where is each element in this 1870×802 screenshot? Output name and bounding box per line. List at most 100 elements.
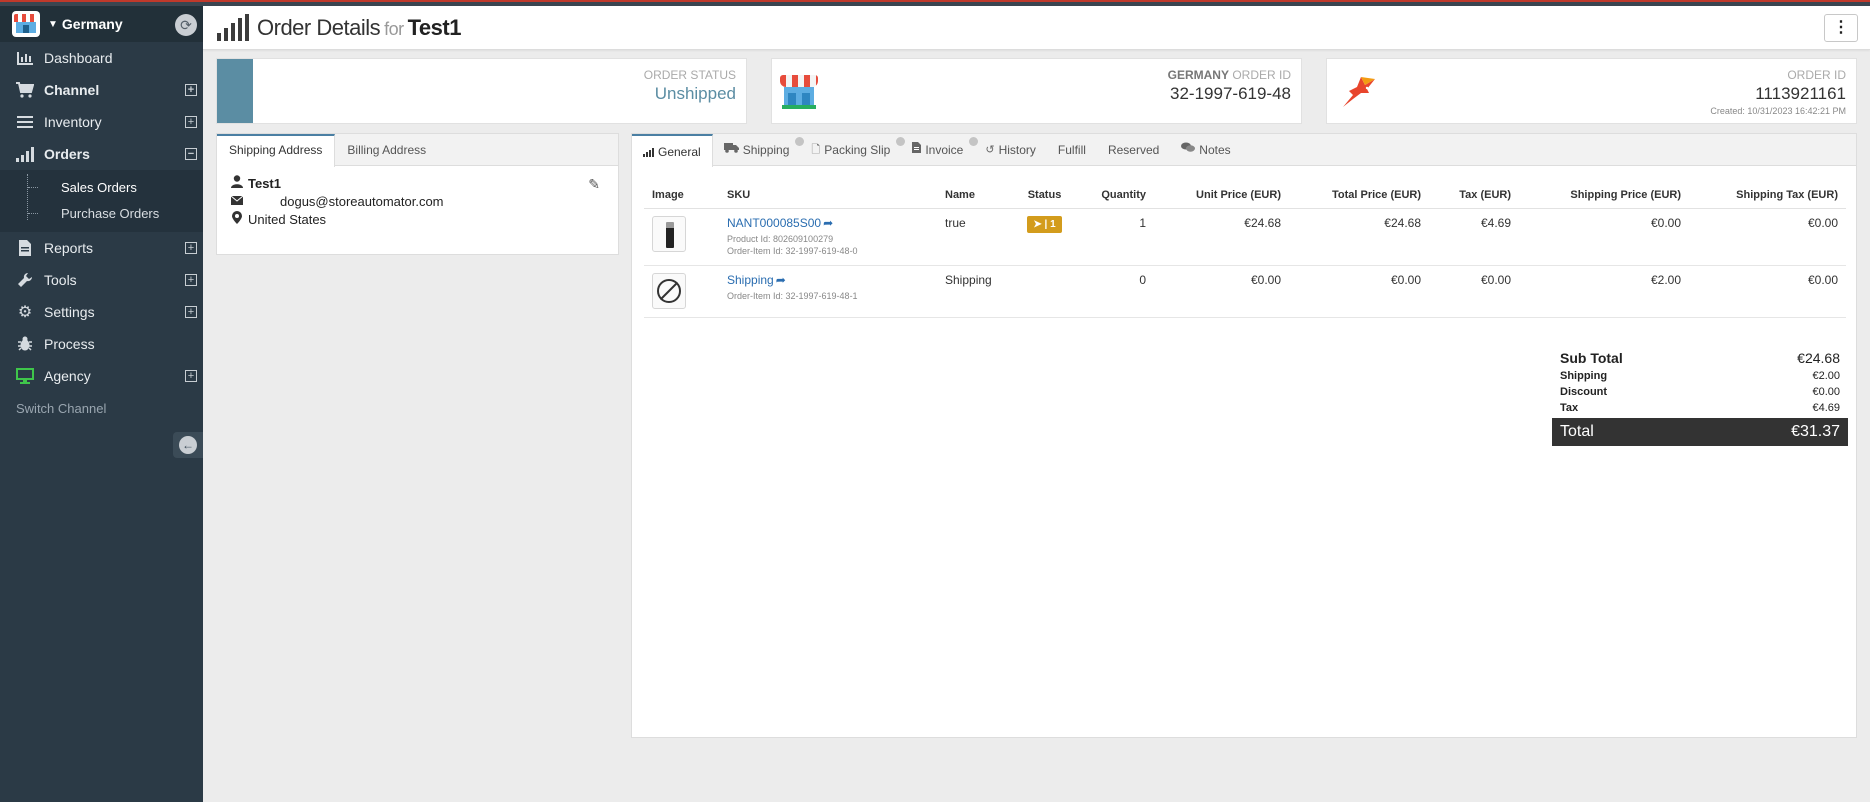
tab-shipping-address[interactable]: Shipping Address (217, 134, 336, 167)
sidebar-item-channel[interactable]: Channel + (0, 74, 203, 106)
expand-icon[interactable]: + (185, 274, 197, 286)
tab-packing-slip[interactable]: 🗋 Packing Slip (800, 134, 906, 166)
expand-icon[interactable]: + (185, 370, 197, 382)
sidebar-item-process[interactable]: Process (0, 328, 203, 360)
collapse-sidebar-button[interactable]: ← (173, 432, 203, 458)
wrench-icon (14, 271, 36, 289)
sidebar-item-dashboard[interactable]: Dashboard (0, 42, 203, 74)
item-tax: €0.00 (1429, 265, 1519, 318)
expand-icon[interactable]: + (185, 306, 197, 318)
share-arrow-icon: ➦ (775, 273, 786, 287)
tab-general[interactable]: General (632, 134, 713, 167)
switch-channel-link[interactable]: Switch Channel (0, 392, 203, 424)
arrow-left-icon: ← (179, 436, 197, 454)
discount-value: €0.00 (1812, 386, 1840, 398)
total-value: €31.37 (1791, 423, 1840, 440)
item-quantity: 1 (1072, 208, 1154, 266)
paper-plane-icon: ➤ (1033, 219, 1042, 230)
subtotal-value: €24.68 (1797, 350, 1840, 366)
sidebar-nav-lower: Reports + Tools + ⚙ Settings + Process A… (0, 232, 203, 392)
tab-invoice[interactable]: Invoice (901, 134, 979, 166)
tab-history[interactable]: ↺ History (974, 134, 1047, 166)
total-row: Total €31.37 (1552, 418, 1848, 446)
sidebar-subitem-sales-orders[interactable]: Sales Orders (0, 174, 203, 200)
customer-name: Test1 (407, 14, 462, 40)
map-marker-icon (229, 211, 245, 227)
sidebar-item-orders[interactable]: Orders − (0, 138, 203, 170)
tab-reserved[interactable]: Reserved (1097, 134, 1170, 166)
sidebar-item-label: Reports (44, 240, 94, 256)
item-shipping-price: €2.00 (1519, 265, 1689, 318)
product-thumbnail[interactable] (652, 216, 686, 252)
signal-bars-icon (643, 147, 654, 157)
history-icon: ↺ (985, 144, 995, 156)
bug-icon (14, 335, 36, 353)
order-status-label: ORDER STATUS (643, 68, 736, 82)
channel-selector[interactable]: ▼ Germany ⟳ (0, 6, 203, 42)
status-badge[interactable]: ➤ | 1 (1027, 216, 1062, 233)
order-items-table: Image SKU Name Status Quantity Unit Pric… (644, 189, 1846, 318)
top-accent-line (0, 0, 1870, 6)
tab-billing-address[interactable]: Billing Address (335, 134, 438, 166)
channel-order-card: GERMANY ORDER ID 32-1997-619-48 (771, 58, 1302, 124)
expand-icon[interactable]: + (185, 84, 197, 96)
sidebar-item-inventory[interactable]: Inventory + (0, 106, 203, 138)
col-unit-price: Unit Price (EUR) (1154, 189, 1289, 209)
expand-icon[interactable]: + (185, 242, 197, 254)
tab-notes[interactable]: Notes (1170, 134, 1241, 166)
item-quantity: 0 (1072, 265, 1154, 318)
file-text-icon (912, 134, 922, 166)
col-total-price: Total Price (EUR) (1289, 189, 1429, 209)
bar-chart-icon (14, 49, 36, 67)
order-tabs: General Shipping 🗋 Packing Slip Invoice … (632, 134, 1856, 167)
comments-icon (1181, 134, 1196, 166)
table-header-row: Image SKU Name Status Quantity Unit Pric… (644, 189, 1846, 209)
gear-icon: ⚙ (17, 304, 33, 321)
address-body: Test1 dogus@storeautomator.com United St… (217, 166, 618, 236)
sku-link[interactable]: NANT000085S00 ➦ (727, 216, 833, 230)
col-tax: Tax (EUR) (1429, 189, 1519, 209)
address-panel: Shipping Address Billing Address Test1 d… (216, 133, 619, 255)
envelope-icon (229, 194, 245, 208)
sidebar-item-label: Process (44, 336, 95, 352)
item-name: Shipping (937, 265, 1017, 318)
caret-down-icon: ▼ (48, 18, 58, 30)
sidebar-item-label: Tools (44, 272, 77, 288)
sidebar: ▼ Germany ⟳ Dashboard Channel + Inventory… (0, 6, 203, 802)
sidebar-item-settings[interactable]: ⚙ Settings + (0, 296, 203, 328)
marketplace-icon (780, 73, 818, 109)
address-email: dogus@storeautomator.com (280, 193, 444, 209)
more-options-button[interactable]: ⋮ (1824, 14, 1858, 42)
tab-fulfill[interactable]: Fulfill (1047, 134, 1097, 166)
pencil-icon[interactable]: ✎ (588, 176, 600, 193)
order-status-value: Unshipped (654, 84, 736, 103)
col-sku: SKU (719, 189, 937, 209)
signal-bars-icon (14, 145, 36, 163)
order-status-card: ORDER STATUS Unshipped (216, 58, 747, 124)
item-shipping-tax: €0.00 (1689, 265, 1846, 318)
page-title: Order Details for Test1 (257, 14, 462, 40)
tax-value: €4.69 (1812, 402, 1840, 414)
collapse-icon[interactable]: − (185, 148, 197, 160)
orders-subnav: Sales Orders Purchase Orders (0, 170, 203, 232)
tab-shipping[interactable]: Shipping (713, 134, 805, 166)
hummingbird-icon (1343, 77, 1375, 107)
discount-row: Discount €0.00 (1560, 386, 1840, 398)
sidebar-item-tools[interactable]: Tools + (0, 264, 203, 296)
item-name: true (937, 208, 1017, 266)
sku-link[interactable]: Shipping ➦ (727, 273, 786, 287)
sidebar-item-label: Orders (44, 146, 90, 162)
sidebar-item-reports[interactable]: Reports + (0, 232, 203, 264)
address-name: Test1 (248, 175, 281, 191)
sidebar-item-label: Channel (44, 82, 100, 98)
sidebar-item-label: Dashboard (44, 50, 113, 66)
tax-row: Tax €4.69 (1560, 402, 1840, 414)
list-icon (14, 113, 36, 131)
expand-icon[interactable]: + (185, 116, 197, 128)
sidebar-subitem-purchase-orders[interactable]: Purchase Orders (0, 200, 203, 226)
item-total-price: €24.68 (1289, 208, 1429, 266)
order-id-label: ORDER ID (1787, 68, 1846, 82)
refresh-icon[interactable]: ⟳ (175, 14, 197, 36)
sidebar-item-agency[interactable]: Agency + (0, 360, 203, 392)
table-row: Shipping ➦ Order-Item Id: 32-1997-619-48-… (644, 265, 1846, 318)
